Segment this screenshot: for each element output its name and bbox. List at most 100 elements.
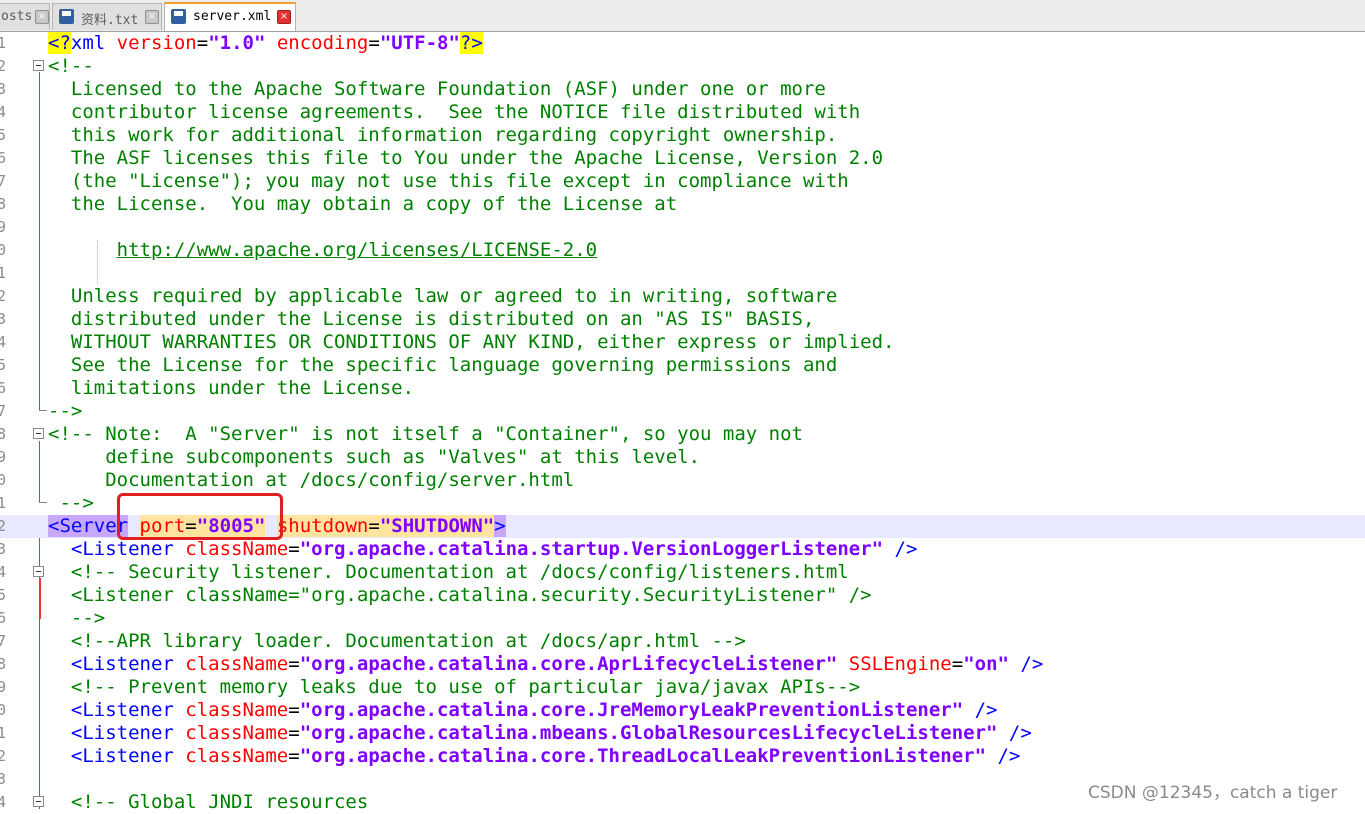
code-line[interactable]: 2 <Listener className="org.apache.catali… — [0, 745, 1365, 768]
line-number: 4 — [0, 103, 7, 121]
code-line[interactable]: 7 --> — [0, 400, 1365, 423]
code-token: = — [288, 699, 300, 721]
code-token: shutdown — [276, 515, 369, 537]
code-line[interactable]: 3 Licensed to the Apache Software Founda… — [0, 78, 1365, 101]
annotation-highlight-box — [117, 493, 283, 540]
code-line[interactable]: 1 <Listener className="org.apache.catali… — [0, 722, 1365, 745]
line-text: contributor license agreements. See the … — [48, 101, 860, 124]
code-line[interactable]: 5 this work for additional information r… — [0, 124, 1365, 147]
code-token: <Listener — [70, 745, 186, 767]
tab-server-xml[interactable]: server.xml × — [164, 2, 296, 31]
line-number: 3 — [0, 80, 7, 98]
code-token: /> — [1008, 722, 1032, 744]
code-line[interactable]: 0 Documentation at /docs/config/server.h… — [0, 469, 1365, 492]
code-token: = — [288, 538, 300, 560]
code-token: "UTF-8" — [379, 32, 460, 54]
code-line[interactable]: 8 <!-- Note: A "Server" is not itself a "… — [0, 423, 1365, 446]
line-number: 1 — [0, 264, 7, 282]
line-text: See the License for the specific languag… — [48, 354, 837, 377]
line-text: <!-- Global JNDI resources — [48, 791, 368, 814]
code-token: the License. You may obtain a copy of th… — [48, 193, 678, 215]
line-number: 3 — [0, 770, 7, 788]
code-line[interactable]: 8 <Listener className="org.apache.catali… — [0, 653, 1365, 676]
code-line[interactable]: 9 <!-- Prevent memory leaks due to use o… — [0, 676, 1365, 699]
line-text: this work for additional information reg… — [48, 124, 837, 147]
code-line[interactable]: 7 (the "License"); you may not use this … — [0, 170, 1365, 193]
code-token: > — [494, 515, 506, 537]
code-line[interactable]: 4 contributor license agreements. See th… — [0, 101, 1365, 124]
code-token: SSLEngine — [848, 653, 952, 675]
code-token: = — [951, 653, 964, 675]
code-token: <Listener — [70, 699, 186, 721]
line-text: limitations under the License. — [48, 377, 414, 400]
code-token: <Listener — [70, 538, 186, 560]
code-line[interactable]: 3 <Listener className="org.apache.catali… — [0, 538, 1365, 561]
code-token: className — [185, 653, 289, 675]
code-token: = — [288, 653, 300, 675]
line-text: (the "License"); you may not use this fi… — [48, 170, 849, 193]
code-line[interactable]: 4 WITHOUT WARRANTIES OR CONDITIONS OF AN… — [0, 331, 1365, 354]
code-line[interactable]: 5 See the License for the specific langu… — [0, 354, 1365, 377]
line-text: WITHOUT WARRANTIES OR CONDITIONS OF ANY … — [48, 331, 895, 354]
code-line[interactable]: 1 <?xml version="1.0" encoding="UTF-8"?> — [0, 32, 1365, 55]
line-number: 7 — [0, 402, 7, 420]
code-token: /> — [997, 745, 1021, 767]
code-line[interactable]: 6 The ASF licenses this file to You unde… — [0, 147, 1365, 170]
code-line[interactable]: 5 <Listener className="org.apache.catali… — [0, 584, 1365, 607]
line-number: 7 — [0, 172, 7, 190]
code-token: /> — [974, 699, 998, 721]
code-line[interactable]: 6 limitations under the License. — [0, 377, 1365, 400]
tab-ziliao-txt[interactable]: 资料.txt × — [52, 3, 162, 30]
code-line[interactable]: 0 http://www.apache.org/licenses/LICENSE… — [0, 239, 1365, 262]
code-line[interactable]: 9 — [0, 216, 1365, 239]
line-text: <Listener className="org.apache.catalina… — [48, 538, 918, 561]
line-text: Licensed to the Apache Software Foundati… — [48, 78, 826, 101]
line-number: 1 — [0, 724, 7, 742]
line-number: 9 — [0, 448, 7, 466]
line-number: 2 — [0, 287, 7, 305]
code-token: "org.apache.catalina.mbeans.GlobalResour… — [299, 722, 998, 744]
code-token: --> — [48, 400, 83, 422]
code-token: = — [288, 722, 300, 744]
line-number: 3 — [0, 540, 7, 558]
line-number: 2 — [0, 747, 7, 765]
code-line[interactable]: 7 <!--APR library loader. Documentation … — [0, 630, 1365, 653]
close-icon[interactable]: × — [145, 10, 159, 24]
tab-label: server.xml — [193, 9, 272, 24]
code-line[interactable]: 8 the License. You may obtain a copy of … — [0, 193, 1365, 216]
close-icon[interactable]: × — [277, 10, 291, 24]
code-line[interactable]: 0 <Listener className="org.apache.catali… — [0, 699, 1365, 722]
line-number: 7 — [0, 632, 7, 650]
code-token: define subcomponents such as "Valves" at… — [48, 446, 701, 468]
code-line[interactable]: 9 define subcomponents such as "Valves" … — [0, 446, 1365, 469]
line-text: Documentation at /docs/config/server.htm… — [48, 469, 574, 492]
line-text: The ASF licenses this file to You under … — [48, 147, 883, 170]
code-line[interactable]: 2 Unless required by applicable law or a… — [0, 285, 1365, 308]
save-disk-icon — [171, 9, 186, 24]
code-line[interactable]: 6 --> — [0, 607, 1365, 630]
code-line[interactable]: 2 <!-- — [0, 55, 1365, 78]
line-number: 3 — [0, 310, 7, 328]
line-number: 8 — [0, 195, 7, 213]
code-token: "org.apache.catalina.core.JreMemoryLeakP… — [299, 699, 964, 721]
code-line[interactable]: 4 <!-- Security listener. Documentation … — [0, 561, 1365, 584]
code-token: <!-- Note: A "Server" is not itself a "C… — [48, 423, 803, 445]
code-token: /> — [894, 538, 918, 560]
code-line[interactable]: 1 — [0, 262, 1365, 285]
line-number: 9 — [0, 678, 7, 696]
tab-label: 资料.txt — [81, 13, 139, 28]
code-line[interactable]: 3 distributed under the License is distr… — [0, 308, 1365, 331]
tab-hosts[interactable]: osts × — [0, 3, 50, 30]
code-token: this work for additional information reg… — [48, 124, 838, 146]
close-icon[interactable]: × — [35, 10, 49, 24]
tab-label: osts — [1, 9, 33, 24]
line-text: <Listener className="org.apache.catalina… — [48, 699, 998, 722]
code-token: ?> — [459, 32, 483, 54]
code-token: <Listener — [70, 653, 186, 675]
